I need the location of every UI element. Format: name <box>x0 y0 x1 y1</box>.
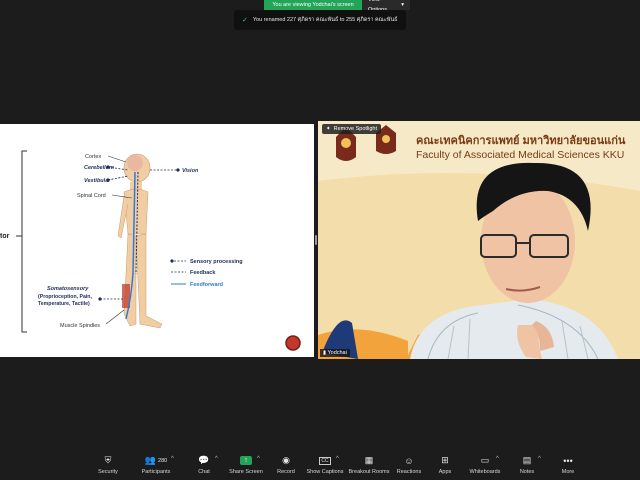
more-dots-icon: ••• <box>563 455 573 466</box>
slide-cut-label: tor <box>0 233 10 240</box>
share-screen-label: Share Screen <box>229 469 263 475</box>
notes-icon: ▤ <box>522 455 532 465</box>
participants-label: Participants <box>141 469 171 475</box>
smiley-icon: ☺ <box>404 455 414 466</box>
spotlight-label: Remove Spotlight <box>333 126 378 132</box>
record-icon: ◉ <box>282 455 290 465</box>
chat-label: Chat <box>198 469 210 475</box>
show-captions-button[interactable]: CC Show Captions ^ <box>300 454 350 475</box>
whiteboard-icon: ▭ <box>480 455 490 465</box>
record-dot-icon <box>285 335 301 351</box>
participant-name: Yodchai <box>327 350 347 356</box>
somatosensory-label: Somatosensory <box>47 286 89 292</box>
show-captions-label: Show Captions <box>306 469 344 475</box>
captions-icon: CC <box>319 456 331 465</box>
reactions-label: Reactions <box>396 469 422 475</box>
apps-icon: ⊞ <box>441 455 449 465</box>
remove-spotlight-button[interactable]: ✦ Remove Spotlight <box>322 124 382 134</box>
somatosensory-detail-2: Temperature, Tactile) <box>38 301 90 307</box>
diagram-legend: Sensory processing Feedback Feedforward <box>170 259 243 288</box>
chevron-down-icon: ▾ <box>401 2 404 8</box>
caret-up-icon[interactable]: ^ <box>538 456 541 462</box>
shared-screen: tor Cortex Cerebellum Vestibular Vision … <box>0 124 314 357</box>
whiteboards-label: Whiteboards <box>469 469 501 475</box>
muscle-spindles-label: Muscle Spindles <box>60 323 100 329</box>
share-screen-icon: ↑ <box>240 456 252 465</box>
cerebellum-label: Cerebellum <box>84 165 114 171</box>
split-view-divider[interactable] <box>315 235 317 245</box>
screen-share-banner: You are viewing Yodchai's screen View Op… <box>264 0 410 13</box>
spinal-cord-label: Spinal Cord <box>77 193 106 199</box>
view-options-button[interactable]: View Options ▾ <box>362 0 410 13</box>
check-icon: ✓ <box>242 17 248 24</box>
viewing-screen-label: You are viewing Yodchai's screen <box>264 0 362 10</box>
notification-text: You renamed 227 ศุภิดรา คณะพันธ์ to 255 … <box>252 17 398 23</box>
participants-icon: 👥 280 <box>144 455 168 465</box>
faculty-title-thai: คณะเทคนิคการแพทย์ มหาวิทยาลัยขอนแก่น <box>416 135 626 147</box>
participants-count: 280 <box>158 457 168 464</box>
caret-up-icon[interactable]: ^ <box>215 456 218 462</box>
legend-feedforward: Feedforward <box>190 282 223 288</box>
security-label: Security <box>98 469 118 475</box>
more-button[interactable]: ••• More <box>543 454 593 476</box>
faculty-title-english: Faculty of Associated Medical Sciences K… <box>416 149 625 161</box>
breakout-grid-icon: ▦ <box>364 455 374 465</box>
record-label: Record <box>277 469 295 475</box>
legend-feedback: Feedback <box>190 270 216 276</box>
caret-up-icon[interactable]: ^ <box>257 456 260 462</box>
participant-video: ✦ Remove Spotlight คณะเทคนิคการแพทย์ มหา… <box>318 121 640 359</box>
caret-up-icon[interactable]: ^ <box>171 456 174 462</box>
slide-diagram: tor Cortex Cerebellum Vestibular Vision … <box>0 150 301 351</box>
caret-up-icon[interactable]: ^ <box>336 456 339 462</box>
chat-icon: 💬 <box>198 455 210 465</box>
shield-icon: ⛨ <box>104 455 112 465</box>
vision-label: Vision <box>182 168 199 174</box>
cortex-label: Cortex <box>85 154 101 160</box>
rename-notification: ✓ You renamed 227 ศุภิดรา คณะพันธ์ to 25… <box>234 10 406 30</box>
somatosensory-detail-1: (Proprioception, Pain, <box>38 294 92 300</box>
brace-line <box>21 150 27 333</box>
more-label: More <box>561 469 575 475</box>
legend-sensory: Sensory processing <box>190 259 243 265</box>
participants-button[interactable]: 👥 280 Participants ^ <box>131 454 181 475</box>
apps-label: Apps <box>438 469 452 475</box>
caret-up-icon[interactable]: ^ <box>496 456 499 462</box>
notes-label: Notes <box>519 469 535 475</box>
pin-icon: ✦ <box>326 126 331 132</box>
meeting-toolbar: ⛨ Security 👥 280 Participants ^ 💬 Chat ^ … <box>0 452 640 480</box>
security-button[interactable]: ⛨ Security <box>83 454 133 475</box>
human-figure <box>117 153 163 329</box>
participant-name-tag: ▮ Yodchai <box>320 349 350 357</box>
mic-icon: ▮ <box>323 350 327 356</box>
